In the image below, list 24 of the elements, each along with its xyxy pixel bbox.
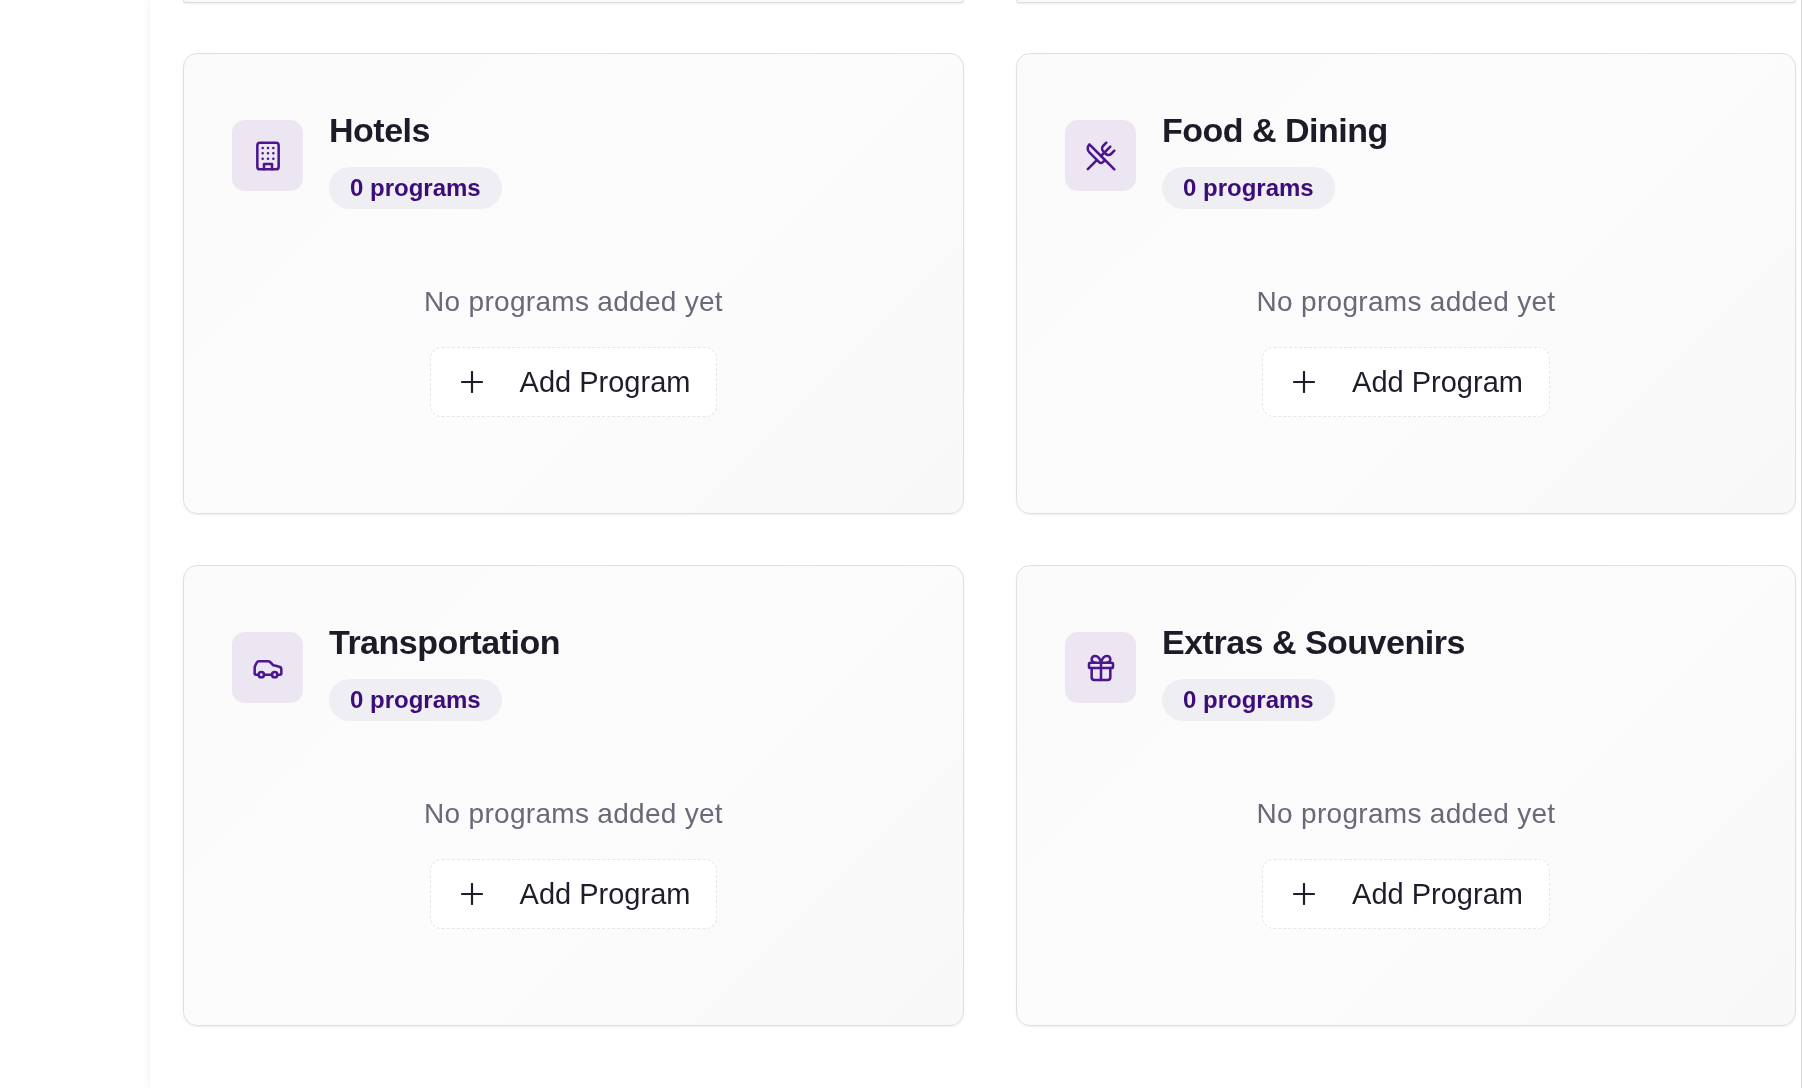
plus-icon [460, 371, 483, 393]
add-program-button[interactable]: Add Program [429, 347, 718, 417]
empty-state-text: No programs added yet [1256, 285, 1556, 319]
program-count-badge: 0 programs [1162, 679, 1335, 721]
empty-state-text: No programs added yet [424, 285, 723, 319]
building-icon [232, 120, 303, 191]
category-title: Extras & Souvenirs [1162, 622, 1465, 662]
add-program-button[interactable]: Add Program [1262, 859, 1550, 929]
add-program-button[interactable]: Add Program [429, 859, 718, 929]
plus-icon [460, 883, 483, 905]
gift-icon [1065, 632, 1136, 703]
plus-icon [1293, 883, 1316, 905]
empty-state-text: No programs added yet [424, 797, 723, 831]
empty-state-text: No programs added yet [1256, 797, 1556, 831]
fork-and-knife-icon [1065, 120, 1136, 191]
car-icon [232, 632, 303, 703]
add-program-button[interactable]: Add Program [1262, 347, 1550, 417]
category-title: Hotels [329, 110, 430, 150]
category-title: Transportation [329, 622, 561, 662]
program-count-badge: 0 programs [329, 679, 502, 721]
plus-icon [1293, 371, 1316, 393]
program-count-badge: 0 programs [1162, 167, 1335, 209]
category-title: Food & Dining [1162, 110, 1388, 150]
program-count-badge: 0 programs [329, 167, 502, 209]
